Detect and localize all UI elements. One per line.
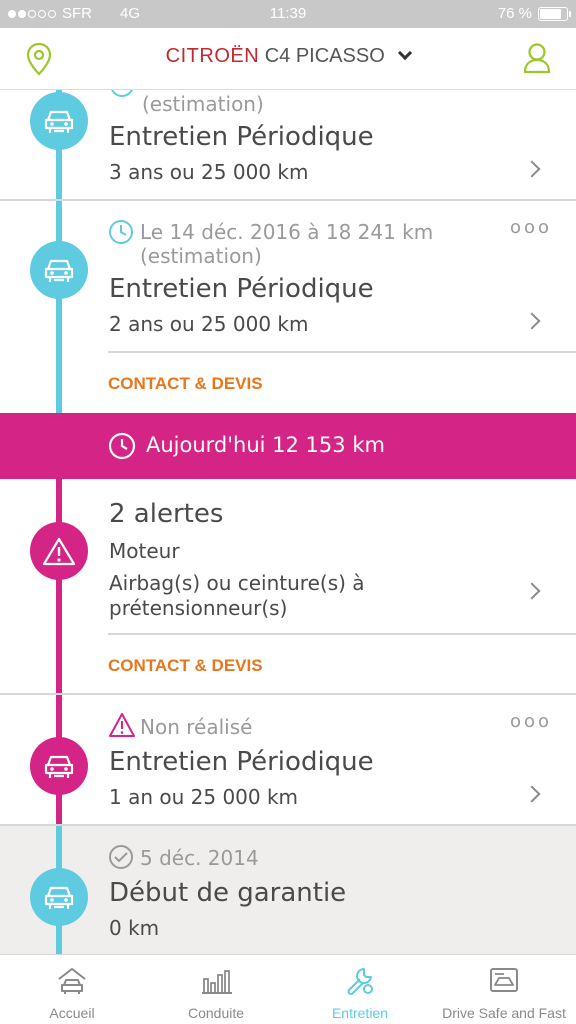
- check-circle-icon: [109, 845, 133, 869]
- clock: 11:39: [269, 5, 307, 22]
- user-profile-icon[interactable]: [522, 42, 552, 74]
- chevron-right-icon: [523, 312, 541, 330]
- more-options-icon[interactable]: ooo: [510, 711, 552, 732]
- status-bar: SFR 4G 11:39 76 %: [0, 0, 576, 28]
- chevron-down-icon: [398, 45, 413, 61]
- maintenance-timeline: (estimation) Entretien Périodique 3 ans …: [0, 90, 576, 954]
- wrench-icon: [347, 968, 373, 995]
- item-estimation: (estimation): [142, 92, 264, 116]
- alerts-title: 2 alertes: [109, 499, 224, 529]
- item-date: 5 déc. 2014: [140, 846, 259, 870]
- maintenance-item-1[interactable]: (estimation) Entretien Périodique 3 ans …: [0, 90, 576, 201]
- item-subtitle: 1 an ou 25 000 km: [109, 785, 299, 809]
- maintenance-item-2[interactable]: Le 14 déc. 2016 à 18 241 km (estimation)…: [0, 201, 576, 411]
- item-estimation: (estimation): [140, 244, 262, 268]
- item-subtitle: 2 ans ou 25 000 km: [109, 312, 309, 336]
- alerts-item[interactable]: 2 alertes Moteur Airbag(s) ou ceinture(s…: [0, 479, 576, 693]
- today-mileage: Aujourd'hui 12 153 km: [146, 433, 385, 457]
- tab-bar: Accueil Conduite Entretien Drive Safe an…: [0, 954, 576, 1024]
- item-title: Entretien Périodique: [109, 274, 374, 304]
- brand-logo-text: CITROËN: [165, 45, 260, 67]
- tab-label: Entretien: [331, 1005, 389, 1021]
- car-node-icon: [30, 737, 88, 795]
- alert-airbag: Airbag(s) ou ceinture(s) à: [109, 571, 365, 595]
- item-title: Entretien Périodique: [109, 122, 374, 152]
- battery-icon: [538, 6, 571, 21]
- item-subtitle: 0 km: [109, 916, 160, 940]
- car-home-icon: [58, 967, 86, 994]
- clock-icon: [111, 90, 133, 97]
- model-name: C4 PICASSO: [264, 45, 385, 67]
- contact-quote-link[interactable]: CONTACT & DEVIS: [108, 656, 263, 676]
- car-node-icon: [30, 241, 88, 299]
- item-subtitle: 3 ans ou 25 000 km: [109, 160, 309, 184]
- chevron-right-icon: [523, 160, 541, 178]
- divider: [108, 633, 576, 635]
- divider: [108, 351, 576, 353]
- warning-node-icon: [30, 522, 88, 580]
- vehicle-selector[interactable]: CITROËN C4 PICASSO: [0, 45, 576, 68]
- item-date: Le 14 déc. 2016 à 18 241 km: [140, 220, 434, 244]
- tab-conduite[interactable]: Conduite: [144, 955, 288, 1024]
- tab-label: Drive Safe and Fast: [442, 1005, 566, 1021]
- today-banner: Aujourd'hui 12 153 km: [0, 413, 576, 479]
- item-title: Entretien Périodique: [109, 747, 374, 777]
- bar-chart-icon: [202, 970, 232, 994]
- tab-entretien[interactable]: Entretien: [288, 955, 432, 1024]
- chevron-right-icon: [523, 785, 541, 803]
- alert-engine: Moteur: [109, 539, 180, 563]
- tab-label: Conduite: [187, 1005, 245, 1021]
- app-header: CITROËN C4 PICASSO: [0, 28, 576, 90]
- card-icon: [490, 968, 518, 992]
- alert-airbag-cont: prétensionneur(s): [109, 596, 288, 620]
- clock-icon: [108, 432, 136, 460]
- status-right: 76 %: [497, 5, 571, 22]
- battery-percent: 76 %: [497, 5, 532, 22]
- car-node-icon: [30, 868, 88, 926]
- more-options-icon[interactable]: ooo: [510, 217, 552, 238]
- clock-icon: [109, 220, 133, 244]
- tab-accueil[interactable]: Accueil: [0, 955, 144, 1024]
- warning-icon: [109, 713, 135, 737]
- tab-drive-safe[interactable]: Drive Safe and Fast: [432, 955, 576, 1024]
- chevron-right-icon: [523, 582, 541, 600]
- item-title: Début de garantie: [109, 878, 347, 908]
- item-status: Non réalisé: [140, 715, 253, 739]
- tab-label: Accueil: [49, 1005, 95, 1021]
- car-node-icon: [30, 92, 88, 150]
- contact-quote-link[interactable]: CONTACT & DEVIS: [108, 374, 263, 394]
